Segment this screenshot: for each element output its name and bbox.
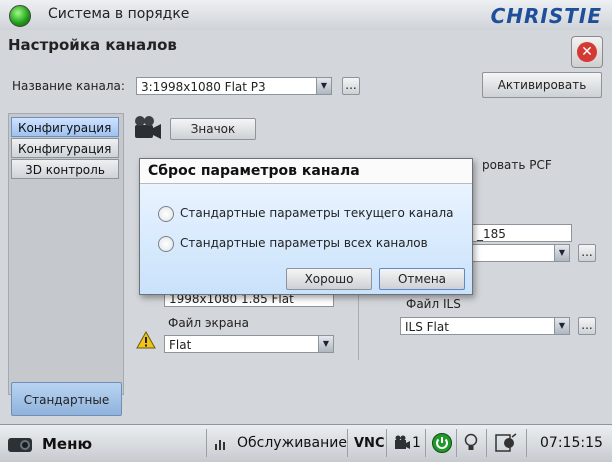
channel-name-more-button[interactable]: ...: [342, 77, 360, 95]
channel-name-value: 3:1998x1080 Flat P3: [141, 80, 266, 94]
close-button[interactable]: ✕: [571, 36, 603, 68]
screen-file-value: Flat: [169, 338, 192, 352]
config-tabs: Конфигурация 1 Конфигурация 2 3D контрол…: [8, 113, 124, 395]
dialog-title: Сброс параметров канала: [140, 159, 472, 184]
reset-channel-dialog: Сброс параметров канала Стандартные пара…: [139, 158, 473, 295]
ils-file-select[interactable]: ILS Flat ▼: [400, 317, 570, 335]
tab-config-2[interactable]: Конфигурация 2: [11, 138, 119, 176]
status-ok-icon: [9, 5, 31, 27]
ils-file-label: Файл ILS: [406, 297, 461, 311]
channel-icon: [394, 435, 410, 451]
lens-more-button[interactable]: ...: [578, 244, 596, 262]
warning-icon: [136, 330, 156, 349]
page-title: Настройка каналов: [8, 36, 177, 54]
menu-button[interactable]: Меню: [4, 429, 114, 459]
option-all-channels-label[interactable]: Стандартные параметры всех каналов: [180, 236, 428, 250]
pcf-value: _185: [477, 227, 506, 241]
film-camera-icon: [132, 115, 162, 143]
chevron-down-icon: ▼: [318, 336, 333, 352]
radio-current-channel[interactable]: [158, 206, 174, 222]
activate-button[interactable]: Активировать: [482, 72, 602, 98]
projector-icon: [6, 432, 36, 456]
christie-logo: CHRISTIE: [490, 4, 602, 28]
service-icon: [214, 436, 228, 450]
tab-3d-control[interactable]: 3D контроль: [11, 159, 119, 179]
chevron-down-icon: ▼: [554, 245, 569, 261]
channel-name-select[interactable]: 3:1998x1080 Flat P3 ▼: [136, 77, 332, 95]
tab-config-1[interactable]: Конфигурация 1: [11, 117, 119, 155]
active-channel-number[interactable]: 1: [412, 435, 421, 451]
clock: 07:15:15: [540, 435, 603, 451]
radio-all-channels[interactable]: [158, 236, 174, 252]
ils-file-value: ILS Flat: [405, 320, 449, 334]
douser-icon[interactable]: [494, 432, 518, 454]
screen-file-select[interactable]: Flat ▼: [164, 335, 334, 353]
cancel-button[interactable]: Отмена: [379, 268, 465, 290]
vnc-indicator: VNC: [354, 436, 385, 451]
system-status-text: Система в порядке: [48, 6, 190, 22]
option-current-channel-label[interactable]: Стандартные параметры текущего канала: [180, 206, 454, 220]
power-icon[interactable]: [432, 433, 452, 453]
chevron-down-icon: ▼: [316, 78, 331, 94]
close-icon: ✕: [577, 42, 597, 62]
pcf-select[interactable]: _185: [472, 224, 572, 242]
lamp-icon[interactable]: [464, 433, 478, 453]
screen-file-label: Файл экрана: [168, 316, 249, 330]
icon-button[interactable]: Значок: [170, 118, 256, 140]
pcf-label: ровать PCF: [482, 158, 552, 172]
service-button[interactable]: Обслуживание: [237, 435, 347, 451]
channel-name-label: Название канала:: [12, 79, 125, 93]
status-bar: Система в порядке CHRISTIE: [0, 0, 612, 31]
taskbar: Меню Обслуживание VNC 1 07:15:15: [0, 424, 612, 462]
menu-label: Меню: [42, 435, 93, 453]
ils-file-more-button[interactable]: ...: [578, 317, 596, 335]
defaults-button[interactable]: Стандартные: [11, 382, 122, 416]
ok-button[interactable]: Хорошо: [286, 268, 372, 290]
chevron-down-icon: ▼: [554, 318, 569, 334]
